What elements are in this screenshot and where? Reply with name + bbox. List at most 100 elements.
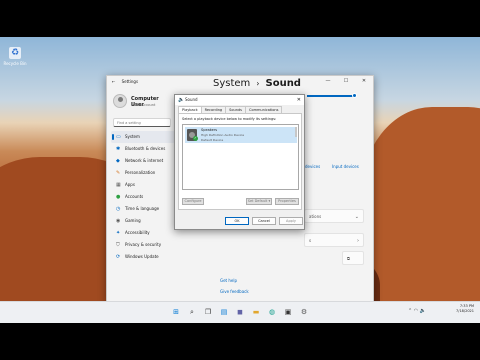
tab-playback[interactable]: Playback <box>178 106 202 113</box>
sidebar-item-apps[interactable]: ▦ Apps <box>111 179 175 191</box>
file-explorer-icon[interactable]: ▬ <box>250 306 262 318</box>
settings-card[interactable]: ations ⌄ <box>304 209 364 223</box>
tab-sounds[interactable]: Sounds <box>225 106 246 113</box>
sidebar-item-accounts[interactable]: ● Accounts <box>111 191 175 203</box>
search-icon[interactable]: ⌕ <box>186 306 198 318</box>
sidebar-item-label: Network & internet <box>125 158 164 163</box>
close-button[interactable]: ✕ <box>359 77 369 86</box>
recycle-bin-label: Recycle Bin <box>3 61 27 66</box>
settings-card[interactable]: s › <box>304 233 364 247</box>
network-icon: ◆ <box>116 158 120 164</box>
accessibility-icon: ✦ <box>116 230 121 236</box>
settings-gear-icon[interactable]: ⚙ <box>298 306 310 318</box>
sidebar-item-label: Privacy & security <box>125 242 162 247</box>
sidebar-item-accessibility[interactable]: ✦ Accessibility <box>111 227 175 239</box>
tab-communications[interactable]: Communications <box>245 106 283 113</box>
sidebar-item-label: Gaming <box>125 218 141 223</box>
user-account-type: Local Account <box>131 103 156 107</box>
sound-dialog-tabs: Playback Recording Sounds Communications <box>178 106 283 113</box>
back-arrow-icon[interactable]: ← <box>112 79 115 84</box>
speaker-icon: 🔈 <box>178 97 185 103</box>
search-input[interactable]: Find a setting <box>113 118 171 127</box>
speaker-devices-link[interactable]: devices <box>305 164 320 169</box>
breadcrumb-parent[interactable]: System <box>213 78 250 89</box>
get-help-link[interactable]: Get help <box>220 278 237 283</box>
shield-icon: ⛉ <box>116 242 120 248</box>
sound-dialog-titlebar: 🔈 Sound ✕ <box>175 95 304 105</box>
playback-panel: Select a playback device below to modify… <box>178 113 302 210</box>
store-icon[interactable]: ▣ <box>282 306 294 318</box>
settings-card-label: s <box>309 238 312 243</box>
widgets-icon[interactable]: ▤ <box>218 306 230 318</box>
sound-dialog-title: Sound <box>185 97 198 102</box>
chevron-up-icon[interactable]: ⌃ <box>408 308 412 314</box>
start-icon[interactable]: ⊞ <box>170 306 182 318</box>
taskbar-date: 7/18/2021 <box>456 309 474 313</box>
sidebar-item-label: Accessibility <box>125 230 150 235</box>
sidebar-item-gaming[interactable]: ◉ Gaming <box>111 215 175 227</box>
external-link-icon: ⧉ <box>347 256 350 261</box>
device-name: Speakers <box>201 128 218 132</box>
chevron-right-icon: › <box>256 79 260 88</box>
sidebar-item-label: Time & language <box>125 206 160 211</box>
update-icon: ⟳ <box>116 254 121 260</box>
set-default-button[interactable]: Set Default ▾ <box>246 198 272 205</box>
sidebar-item-time-language[interactable]: ◷ Time & language <box>111 203 175 215</box>
settings-window-title: Settings <box>121 79 139 84</box>
device-description: High Definition Audio Device <box>201 133 245 137</box>
maximize-button[interactable]: ☐ <box>341 77 351 86</box>
clock-icon: ◷ <box>116 206 121 212</box>
chevron-down-icon: ⌄ <box>354 214 359 220</box>
taskbar: ⊞ ⌕ ❐ ▤ ◼ ▬ ◍ ▣ ⚙ ⌃ ◠ 🔈 7:33 PM 7/18/202… <box>0 301 480 323</box>
give-feedback-link[interactable]: Give feedback <box>220 289 249 294</box>
apps-icon: ▦ <box>116 182 121 188</box>
default-check-icon: ✓ <box>193 136 198 141</box>
ok-button[interactable]: OK <box>225 217 249 225</box>
apply-button[interactable]: Apply <box>279 217 303 225</box>
settings-card-icon-tile[interactable]: ⧉ <box>342 251 364 265</box>
sidebar-item-personalization[interactable]: ✎ Personalization <box>111 167 175 179</box>
sidebar-item-label: System <box>125 134 140 139</box>
sidebar-item-label: Accounts <box>125 194 144 199</box>
recycle-bin-icon: ♻ <box>9 47 21 59</box>
playback-device-list: ✓ Speakers High Definition Audio Device … <box>182 124 299 190</box>
sidebar-item-label: Bluetooth & devices <box>125 146 166 151</box>
tab-recording[interactable]: Recording <box>200 106 227 113</box>
sidebar-item-bluetooth[interactable]: ✱ Bluetooth & devices <box>111 143 175 155</box>
sidebar-item-windows-update[interactable]: ⟳ Windows Update <box>111 251 175 263</box>
properties-button[interactable]: Properties <box>275 198 299 205</box>
avatar <box>113 94 127 108</box>
minimize-button[interactable]: — <box>323 77 333 86</box>
list-item[interactable]: ✓ Speakers High Definition Audio Device … <box>185 127 297 143</box>
recycle-bin[interactable]: ♻ Recycle Bin <box>2 47 28 66</box>
desktop: ♻ Recycle Bin ← Settings — ☐ ✕ Computer … <box>0 37 480 323</box>
clock[interactable]: 7:33 PM 7/18/2021 <box>456 304 474 314</box>
user-profile[interactable]: Computer User Local Account <box>113 94 173 114</box>
edge-icon[interactable]: ◍ <box>266 306 278 318</box>
volume-slider-track[interactable] <box>307 95 353 97</box>
breadcrumb: System › Sound <box>213 78 301 89</box>
cancel-button[interactable]: Cancel <box>252 217 276 225</box>
close-icon[interactable]: ✕ <box>297 95 301 105</box>
volume-icon[interactable]: 🔈 <box>420 308 426 314</box>
sidebar-item-system[interactable]: ▭ System <box>111 131 175 143</box>
volume-slider-thumb[interactable] <box>352 93 357 98</box>
task-view-icon[interactable]: ❐ <box>202 306 214 318</box>
playback-instruction: Select a playback device below to modify… <box>182 117 277 121</box>
sidebar-nav: ▭ System ✱ Bluetooth & devices ◆ Network & … <box>111 131 175 263</box>
sidebar-item-label: Windows Update <box>125 254 159 259</box>
gamepad-icon: ◉ <box>116 218 121 224</box>
sidebar-item-privacy-security[interactable]: ⛉ Privacy & security <box>111 239 175 251</box>
sidebar-item-label: Apps <box>125 182 135 187</box>
wifi-icon[interactable]: ◠ <box>414 308 418 314</box>
chat-icon[interactable]: ◼ <box>234 306 246 318</box>
sidebar-item-network[interactable]: ◆ Network & internet <box>111 155 175 167</box>
input-devices-link[interactable]: Input devices <box>332 164 359 169</box>
configure-button[interactable]: Configure <box>182 198 204 205</box>
account-icon: ● <box>116 194 121 200</box>
sound-dialog: 🔈 Sound ✕ Playback Recording Sounds Comm… <box>174 94 305 230</box>
list-scrollbar[interactable] <box>295 127 297 137</box>
system-icon: ▭ <box>116 134 121 140</box>
system-tray: ⌃ ◠ 🔈 <box>408 308 426 314</box>
device-status: Default Device <box>201 138 224 142</box>
